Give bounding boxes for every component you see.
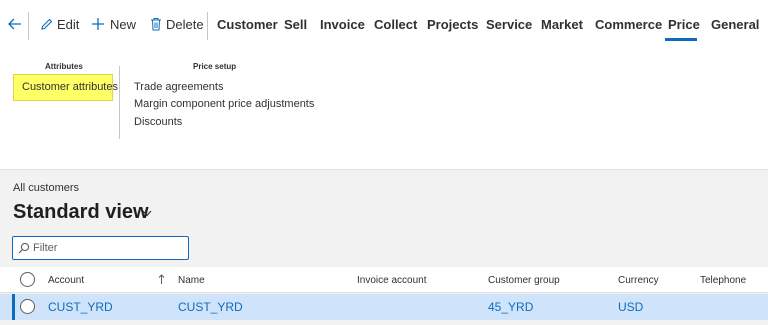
edit-button[interactable]: Edit (40, 17, 79, 33)
group-label-attributes: Attributes (45, 62, 83, 71)
filter-field[interactable] (12, 236, 189, 260)
cell-account[interactable]: CUST_YRD (48, 300, 113, 314)
action-pane: Edit New Delete Customer Sell Invoice Co… (0, 0, 768, 170)
cell-name[interactable]: CUST_YRD (178, 300, 243, 314)
tab-customer[interactable]: Customer (217, 17, 278, 33)
tab-sell[interactable]: Sell (284, 17, 307, 33)
row-select-radio[interactable] (20, 299, 35, 314)
menu-item-discounts[interactable]: Discounts (134, 116, 182, 128)
separator (28, 12, 29, 40)
selected-row-indicator (12, 294, 15, 320)
delete-button[interactable]: Delete (150, 17, 204, 33)
group-label-price-setup: Price setup (193, 62, 237, 71)
sort-ascending-icon[interactable] (158, 274, 165, 285)
tab-price[interactable]: Price (668, 17, 700, 33)
delete-label: Delete (166, 17, 204, 32)
cell-customer-group[interactable]: 45_YRD (488, 300, 533, 314)
tab-projects[interactable]: Projects (427, 17, 478, 33)
column-header-name[interactable]: Name (178, 275, 205, 286)
view-title[interactable]: Standard view (13, 201, 149, 224)
trash-icon (151, 18, 161, 31)
tab-market[interactable]: Market (541, 17, 583, 33)
tab-general[interactable]: General (711, 17, 759, 33)
new-label: New (110, 17, 137, 32)
tab-service[interactable]: Service (486, 17, 532, 33)
select-all-radio[interactable] (20, 272, 35, 287)
tab-collect[interactable]: Collect (374, 17, 417, 33)
tab-invoice[interactable]: Invoice (320, 17, 365, 33)
separator (207, 12, 208, 40)
menu-item-customer-attributes[interactable]: Customer attributes (22, 81, 118, 93)
new-button[interactable]: New (91, 17, 136, 33)
menu-item-margin-component[interactable]: Margin component price adjustments (134, 98, 314, 110)
column-header-customer-group[interactable]: Customer group (488, 275, 560, 286)
table-row[interactable]: CUST_YRD CUST_YRD 45_YRD USD (0, 294, 768, 320)
grid-header: Account Name Invoice account Customer gr… (0, 267, 768, 293)
column-header-telephone[interactable]: Telephone (700, 275, 746, 286)
active-tab-indicator (665, 38, 697, 41)
chevron-down-icon[interactable] (142, 210, 152, 217)
back-arrow-icon[interactable] (8, 18, 22, 30)
column-header-currency[interactable]: Currency (618, 275, 659, 286)
column-header-invoice-account[interactable]: Invoice account (357, 275, 427, 286)
menu-item-trade-agreements[interactable]: Trade agreements (134, 81, 223, 93)
command-bar: Edit New Delete Customer Sell Invoice Co… (0, 0, 768, 50)
cell-currency[interactable]: USD (618, 300, 643, 314)
filter-input[interactable] (33, 240, 183, 256)
edit-label: Edit (57, 17, 80, 32)
column-header-account[interactable]: Account (48, 275, 84, 286)
group-divider (119, 66, 120, 139)
plus-icon (92, 18, 104, 30)
pencil-icon (41, 18, 53, 30)
tab-commerce[interactable]: Commerce (595, 17, 662, 33)
breadcrumb: All customers (13, 182, 80, 194)
search-icon (18, 242, 30, 254)
